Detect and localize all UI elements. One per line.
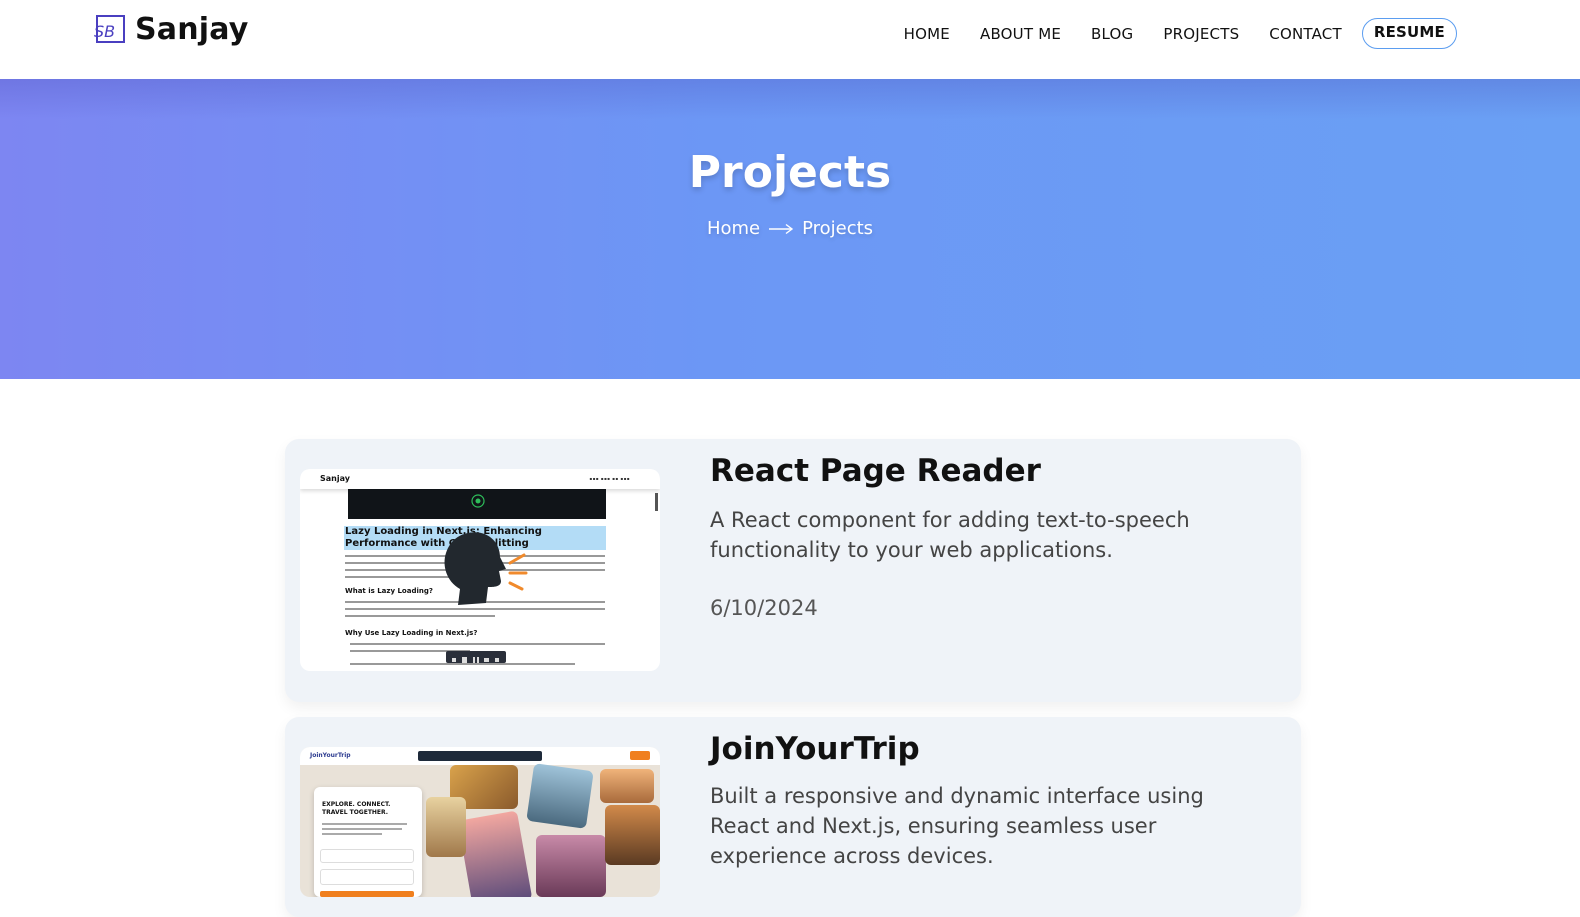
- nav-home[interactable]: HOME: [904, 25, 950, 43]
- thumbnail-hero-panel: EXPLORE. CONNECT. TRAVEL TOGETHER.: [314, 787, 422, 897]
- thumbnail-panel-title: EXPLORE. CONNECT. TRAVEL TOGETHER.: [322, 801, 391, 816]
- thumbnail-brand: Sanjay: [320, 474, 350, 483]
- thumbnail-links: ▪▪▪ ▪▪▪ ▪▪ ▪▪▪: [589, 476, 630, 481]
- logo-text: Sanjay: [135, 12, 249, 47]
- speaking-head-icon: [444, 532, 528, 605]
- nav-contact[interactable]: CONTACT: [1269, 25, 1342, 43]
- main-nav: HOME ABOUT ME BLOG PROJECTS CONTACT RESU…: [904, 18, 1487, 49]
- project-title[interactable]: JoinYourTrip: [710, 731, 920, 767]
- thumbnail-subheading: What is Lazy Loading?: [345, 587, 433, 595]
- text-line: [350, 643, 605, 645]
- photo-tile: [526, 763, 594, 829]
- project-card[interactable]: JoinYourTrip EXPLORE. CONNECT. TRAVEL TO…: [285, 717, 1301, 917]
- project-card[interactable]: Sanjay ▪▪▪ ▪▪▪ ▪▪ ▪▪▪ Lazy Loading in Ne…: [285, 439, 1301, 702]
- thumbnail-navbar: JoinYourTrip: [300, 747, 660, 765]
- resume-button[interactable]: RESUME: [1361, 18, 1457, 49]
- nav-blog[interactable]: BLOG: [1091, 25, 1133, 43]
- photo-tile: [426, 797, 466, 857]
- page-title: Projects: [688, 147, 892, 198]
- thumbnail-subheading: Why Use Lazy Loading in Next.js?: [345, 629, 478, 637]
- thumbnail-navbar: Sanjay ▪▪▪ ▪▪▪ ▪▪ ▪▪▪: [300, 469, 660, 489]
- project-thumbnail[interactable]: Sanjay ▪▪▪ ▪▪▪ ▪▪ ▪▪▪ Lazy Loading in Ne…: [300, 469, 660, 671]
- thumbnail-date-field: [320, 869, 414, 885]
- project-thumbnail[interactable]: JoinYourTrip EXPLORE. CONNECT. TRAVEL TO…: [300, 747, 660, 897]
- project-date: 6/10/2024: [710, 596, 818, 620]
- thumbnail-toast: [418, 751, 542, 761]
- text-line: [322, 823, 407, 825]
- player-controls-icon: [452, 657, 499, 663]
- chip-icon: [471, 494, 485, 508]
- photo-tile: [536, 835, 606, 897]
- arrow-right-icon: [769, 223, 794, 234]
- photo-tile: [457, 810, 533, 897]
- site-header: SB Sanjay HOME ABOUT ME BLOG PROJECTS CO…: [0, 0, 1580, 79]
- breadcrumb-home[interactable]: Home: [707, 218, 760, 239]
- text-line: [345, 615, 495, 617]
- logo[interactable]: SB Sanjay: [91, 12, 249, 47]
- hero-banner: Projects Home Projects: [0, 79, 1580, 379]
- thumbnail-scrollbar: [655, 493, 658, 511]
- thumbnail-brand: JoinYourTrip: [310, 752, 351, 759]
- photo-tile: [605, 805, 660, 865]
- breadcrumb: Home Projects: [0, 218, 1580, 239]
- project-description: Built a responsive and dynamic interface…: [710, 784, 1204, 868]
- logo-mark-icon: SB: [94, 14, 125, 43]
- project-description: A React component for adding text-to-spe…: [710, 508, 1190, 562]
- nav-projects[interactable]: PROJECTS: [1163, 25, 1239, 43]
- svg-text:SB: SB: [94, 22, 115, 41]
- project-title[interactable]: React Page Reader: [710, 453, 1041, 489]
- text-line: [322, 828, 402, 830]
- breadcrumb-current: Projects: [802, 218, 874, 239]
- nav-about-me[interactable]: ABOUT ME: [980, 25, 1061, 43]
- thumbnail-signin-button: [630, 751, 650, 760]
- thumbnail-search-button: [320, 891, 414, 897]
- audio-player-controls: [446, 651, 506, 663]
- photo-tile: [600, 769, 654, 803]
- thumbnail-banner: [348, 489, 606, 519]
- text-line: [322, 833, 382, 835]
- thumbnail-location-field: [320, 849, 414, 863]
